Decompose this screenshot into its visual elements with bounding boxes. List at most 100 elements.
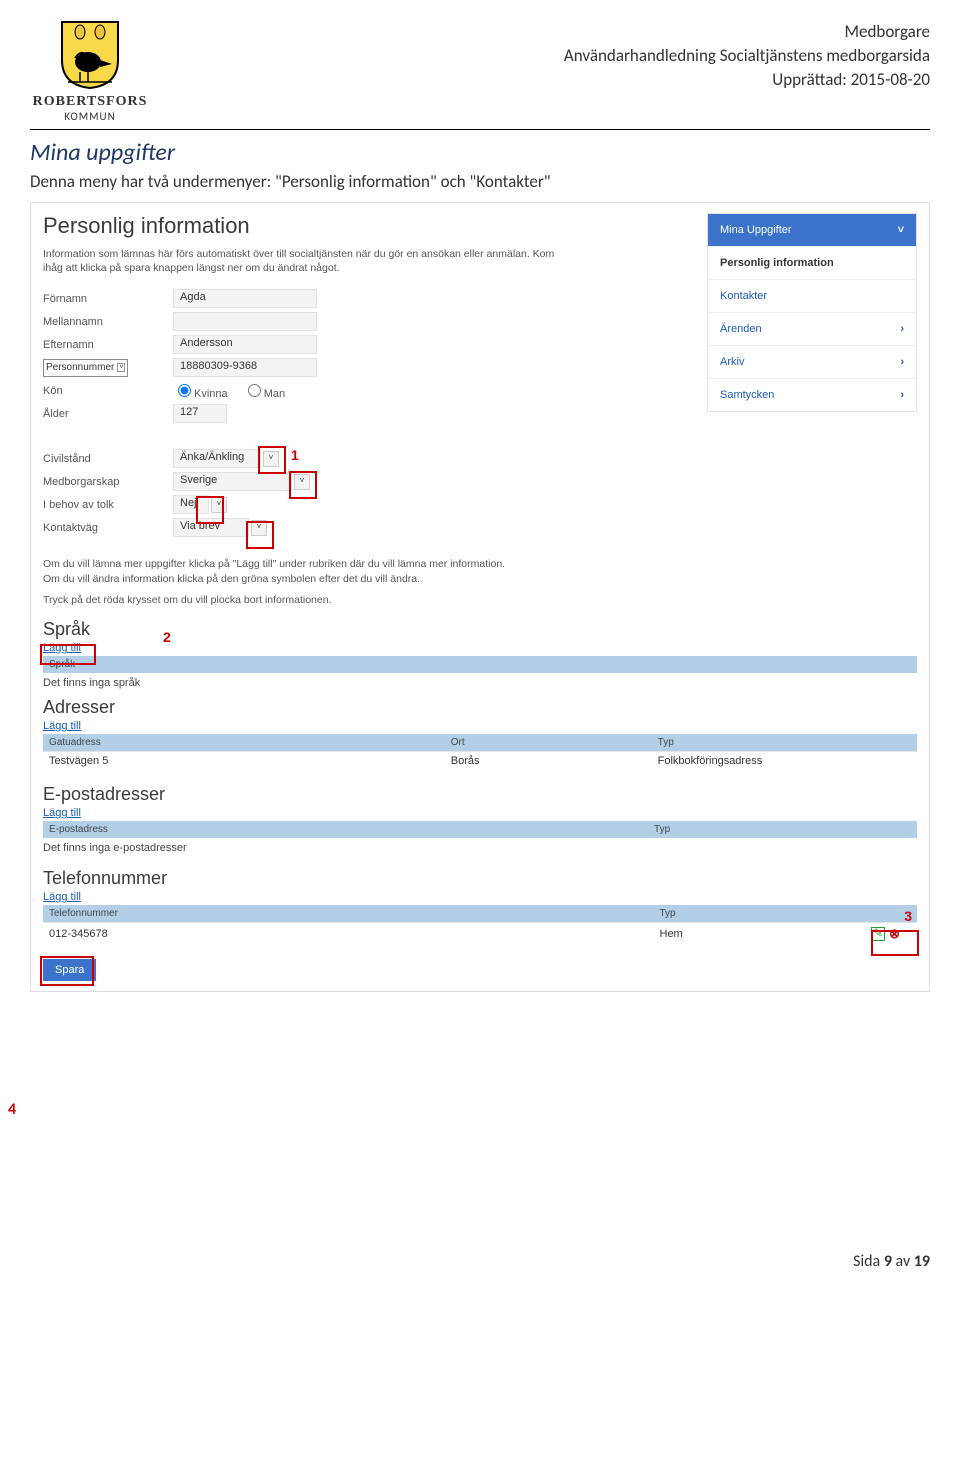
man-text: Man: [264, 388, 285, 400]
info-paragraphs: Om du vill lämna mer uppgifter klicka på…: [43, 557, 917, 607]
sprak-table-header: Språk: [43, 656, 917, 673]
hdr-line2: Användarhandledning Socialtjänstens medb…: [564, 44, 930, 68]
hdr-line1: Medborgare: [564, 20, 930, 44]
chevron-right-icon: ›: [900, 323, 904, 335]
tel-r1c2: Hem: [654, 925, 866, 943]
sidebar-item-arkiv[interactable]: Arkiv ›: [708, 346, 916, 379]
tel-h1: Telefonnummer: [43, 905, 654, 922]
side-arkiv-label: Arkiv: [720, 356, 744, 368]
kon-man-radio[interactable]: Man: [243, 388, 285, 400]
alder-label: Ålder: [43, 408, 173, 420]
annotation-4: 4: [8, 1100, 16, 1119]
annotation-box-1a: [258, 446, 286, 474]
medborgarskap-label: Medborgarskap: [43, 476, 173, 488]
table-row: 012-345678 Hem ✎ ⊗: [43, 922, 917, 945]
tel-add-link[interactable]: Lägg till: [43, 891, 81, 903]
fornamn-input[interactable]: Agda: [173, 289, 317, 308]
efternamn-input[interactable]: Andersson: [173, 335, 317, 354]
pnr-select-label: Personnummer: [46, 362, 114, 373]
side-kontakter-label: Kontakter: [720, 290, 767, 302]
intro-text: Denna meny har två undermenyer: "Personl…: [30, 171, 930, 192]
main-column: Personlig information Information som lä…: [43, 213, 691, 541]
sidebar-item-mina-uppgifter[interactable]: Mina Uppgifter ˅: [708, 214, 916, 247]
page-mid: av: [892, 1252, 914, 1271]
header-right: Medborgare Användarhandledning Socialtjä…: [564, 20, 930, 91]
sidebar-item-personlig[interactable]: Personlig information: [708, 247, 916, 280]
annotation-3: 3: [904, 908, 912, 924]
sprak-empty: Det finns inga språk: [43, 677, 917, 689]
adresser-add-link[interactable]: Lägg till: [43, 720, 81, 732]
logo: ROBERTSFORS KOMMUN: [30, 20, 150, 123]
side-menu: Mina Uppgifter ˅ Personlig information K…: [707, 213, 917, 541]
adr-r1c3: Folkbokföringsadress: [652, 752, 917, 770]
epost-h2: Typ: [648, 821, 917, 838]
fornamn-label: Förnamn: [43, 293, 173, 305]
mellannamn-label: Mellannamn: [43, 316, 173, 328]
annotation-box-1b: [289, 471, 317, 499]
page-title: Personlig information: [43, 213, 691, 239]
chevron-right-icon: ›: [900, 356, 904, 368]
annotation-box-1d: [246, 521, 274, 549]
tel-r1c1: 012-345678: [43, 925, 654, 943]
epost-heading: E-postadresser: [43, 784, 917, 805]
adresser-table-header: Gatuadress Ort Typ: [43, 734, 917, 751]
radio-man-input[interactable]: [248, 384, 261, 397]
table-row: Testvägen 5 Borås Folkbokföringsadress: [43, 751, 917, 770]
sidebar-item-samtycken[interactable]: Samtycken ›: [708, 379, 916, 411]
adr-r1c1: Testvägen 5: [43, 752, 445, 770]
kon-kvinna-radio[interactable]: Kvinna: [173, 388, 228, 400]
side-arenden-label: Ärenden: [720, 323, 762, 335]
kontaktvag-label: Kontaktväg: [43, 522, 173, 534]
chevron-down-icon: ˅: [117, 363, 125, 372]
section-title: Mina uppgifter: [30, 138, 930, 167]
chevron-right-icon: ›: [900, 389, 904, 401]
info-p2: Om du vill ändra information klicka på d…: [43, 572, 917, 587]
page-total: 19: [914, 1252, 930, 1271]
adr-h1: Gatuadress: [43, 734, 445, 751]
separator: [30, 129, 930, 130]
tel-table-header: Telefonnummer Typ: [43, 905, 917, 922]
side-mina-label: Mina Uppgifter: [720, 224, 792, 236]
adr-r1c2: Borås: [445, 752, 652, 770]
radio-kvinna-input[interactable]: [178, 384, 191, 397]
kon-label: Kön: [43, 385, 173, 397]
annotation-box-2: [40, 644, 96, 665]
annotation-2: 2: [153, 625, 181, 649]
page-description: Information som lämnas här förs automati…: [43, 247, 563, 275]
epost-empty: Det finns inga e-postadresser: [43, 842, 917, 854]
efternamn-label: Efternamn: [43, 339, 173, 351]
civilstand-label: Civilstånd: [43, 453, 173, 465]
epost-h1: E-postadress: [43, 821, 648, 838]
sidebar-item-kontakter[interactable]: Kontakter: [708, 280, 916, 313]
info-p1: Om du vill lämna mer uppgifter klicka på…: [43, 557, 917, 572]
personnummer-select[interactable]: Personnummer ˅: [43, 359, 128, 377]
tel-h2: Typ: [654, 905, 866, 922]
adr-h2: Ort: [445, 734, 652, 751]
annotation-box-4: [40, 956, 94, 986]
personnummer-input[interactable]: 18880309-9368: [173, 358, 317, 377]
kommun-sub: KOMMUN: [30, 110, 150, 123]
doc-header: ROBERTSFORS KOMMUN Medborgare Användarha…: [30, 20, 930, 123]
chevron-down-icon: ˅: [898, 224, 904, 236]
mellannamn-input[interactable]: [173, 312, 317, 331]
app-screenshot: Personlig information Information som lä…: [30, 202, 930, 992]
kvinna-text: Kvinna: [194, 388, 228, 400]
tolk-label: I behov av tolk: [43, 499, 173, 511]
epost-add-link[interactable]: Lägg till: [43, 807, 81, 819]
civilstand-value: Änka/Änkling: [173, 449, 261, 468]
epost-table-header: E-postadress Typ: [43, 821, 917, 838]
hdr-line3: Upprättad: 2015-08-20: [564, 68, 930, 92]
info-p3: Tryck på det röda krysset om du vill plo…: [43, 593, 917, 608]
side-samtycken-label: Samtycken: [720, 389, 774, 401]
sidebar-item-arenden[interactable]: Ärenden ›: [708, 313, 916, 346]
alder-input[interactable]: 127: [173, 404, 227, 423]
annotation-1: 1: [291, 447, 299, 463]
adr-h3: Typ: [652, 734, 917, 751]
page-prefix: Sida: [853, 1252, 884, 1271]
page-number: Sida 9 av 19: [30, 1252, 930, 1271]
sprak-hdr-col: Språk: [43, 656, 917, 673]
shield-icon: [60, 20, 120, 90]
tel-heading: Telefonnummer: [43, 868, 917, 889]
kommun-name: ROBERTSFORS: [30, 94, 150, 110]
adresser-heading: Adresser: [43, 697, 917, 718]
